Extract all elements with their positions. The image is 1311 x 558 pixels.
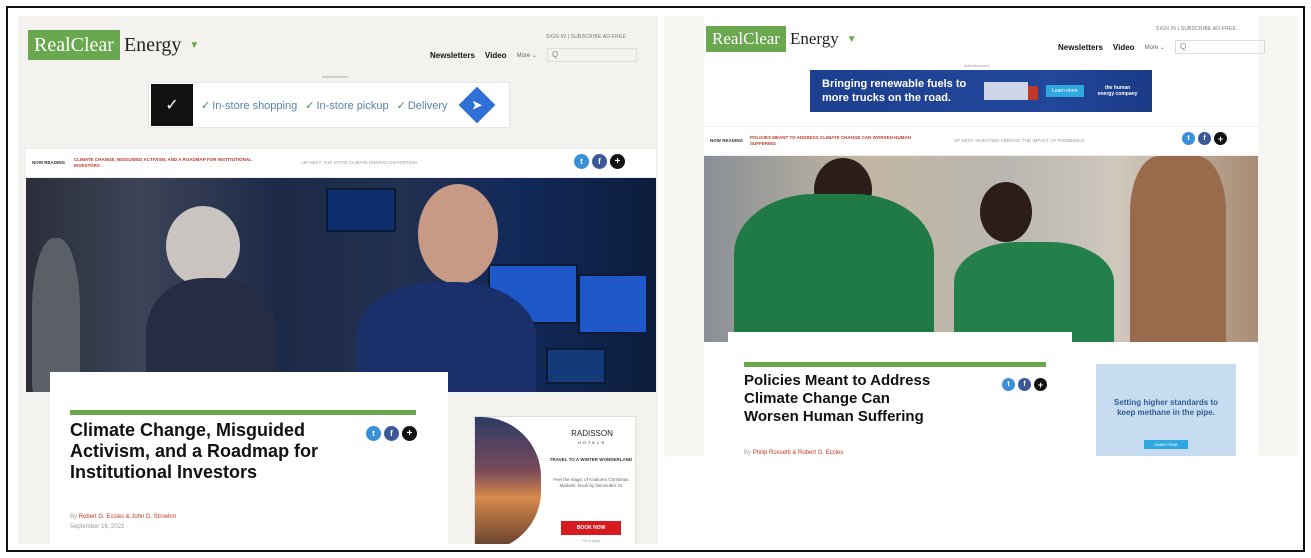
logo-energy: Energy <box>123 33 182 56</box>
logo-energy: Energy <box>789 29 839 48</box>
byline: By Philip Rossetti & Robert G. Eccles <box>744 450 844 456</box>
ad-message: Bringing renewable fuels to more trucks … <box>822 78 967 104</box>
search-icon: Q <box>551 50 559 59</box>
twitter-icon[interactable]: t <box>1002 378 1015 391</box>
main-nav: Newsletters Video More ⌄ Q <box>430 48 637 62</box>
account-links[interactable]: SIGN IN | SUBSCRIBE AD-FREE <box>1156 26 1236 32</box>
now-reading-bar: NOW READING POLICIES MEANT TO ADDRESS CL… <box>704 126 1258 156</box>
ad-label: Advertisement <box>322 74 348 79</box>
green-accent-bar <box>744 362 1046 367</box>
book-now-button[interactable]: BOOK NOW <box>561 521 621 535</box>
now-reading-label: NOW READING <box>32 160 65 165</box>
nav-newsletters[interactable]: Newsletters <box>1058 43 1103 52</box>
nav-newsletters[interactable]: Newsletters <box>430 51 475 60</box>
site-logo[interactable]: RealClear Energy ▼ <box>706 26 857 52</box>
renewable-fuels-ad[interactable]: Bringing renewable fuels to more trucks … <box>810 70 1152 112</box>
ad-feature: ✓ In-store pickup <box>305 99 389 112</box>
screenshot-frame: RealClear Energy ▼ SIGN IN | SUBSCRIBE A… <box>6 6 1305 552</box>
ad-feature: ✓ Delivery <box>396 99 448 112</box>
check-icon: ✓ <box>396 99 406 112</box>
arrow-icon[interactable]: ➤ <box>458 86 495 124</box>
logo-realclear: RealClear <box>706 26 786 52</box>
twitter-icon[interactable]: t <box>1182 132 1195 145</box>
logo-realclear: RealClear <box>28 30 120 60</box>
hero-image <box>26 178 656 392</box>
plus-icon[interactable]: + <box>1034 378 1047 391</box>
author-links[interactable]: Robert G. Eccles & John D. Stroehm <box>79 514 177 520</box>
nav-video[interactable]: Video <box>1113 43 1135 52</box>
ad-brand: the human energy company <box>1097 85 1138 97</box>
up-next-link[interactable]: UP NEXT: INVESTING ABROAD: THE IMPACT OF… <box>954 138 1124 144</box>
learn-more-button[interactable]: Learn more <box>1046 85 1084 97</box>
plus-icon[interactable]: + <box>1214 132 1227 145</box>
green-accent-bar <box>70 410 416 415</box>
search-icon: Q <box>1179 42 1187 51</box>
article-headline: Climate Change, Misguided Activism, and … <box>70 420 319 482</box>
radisson-logo: RADISSON HOTELS <box>571 429 613 445</box>
site-logo[interactable]: RealClear Energy ▼ <box>28 30 199 60</box>
nav-more[interactable]: More ⌄ <box>1145 44 1165 51</box>
check-icon: ✓ <box>305 99 315 112</box>
twitter-icon[interactable]: t <box>366 426 381 441</box>
share-buttons-top: t f + <box>574 154 625 169</box>
plus-icon[interactable]: + <box>402 426 417 441</box>
truck-icon <box>984 82 1038 100</box>
publish-date: September 16, 2022 <box>70 524 125 530</box>
now-reading-label: NOW READING <box>710 138 743 143</box>
plus-icon[interactable]: + <box>610 154 625 169</box>
author-links[interactable]: Philip Rossetti & Robert G. Eccles <box>753 450 844 456</box>
ad-text: Setting higher standards to keep methane… <box>1113 398 1218 417</box>
up-next-link[interactable]: UP NEXT: THE STATE CLIMATE ENERGY DISTOR… <box>302 160 502 166</box>
nav-video[interactable]: Video <box>485 51 507 60</box>
nike-swoosh-icon: ✓ <box>151 84 193 126</box>
now-reading-link[interactable]: POLICIES MEANT TO ADDRESS CLIMATE CHANGE… <box>750 135 930 147</box>
ad-terms: T&Cs apply <box>581 539 601 543</box>
ad-label: Advertisement <box>964 63 990 68</box>
now-reading-link[interactable]: CLIMATE CHANGE, MISGUIDED ACTIVISM, AND … <box>74 157 274 169</box>
hero-image <box>704 156 1258 342</box>
share-buttons: t f + <box>366 426 417 441</box>
article-card: Climate Change, Misguided Activism, and … <box>50 372 448 544</box>
main-nav: Newsletters Video More ⌄ Q <box>1058 40 1265 54</box>
twitter-icon[interactable]: t <box>574 154 589 169</box>
byline: By Robert G. Eccles & John D. Stroehm <box>70 514 177 520</box>
article-card: Policies Meant to Address Climate Change… <box>728 332 1072 456</box>
search-input[interactable]: Q <box>1174 40 1265 54</box>
check-icon: ✓ <box>201 99 211 112</box>
search-input[interactable]: Q <box>546 48 637 62</box>
account-links[interactable]: SIGN IN | SUBSCRIBE AD-FREE <box>546 34 626 40</box>
nav-more[interactable]: More ⌄ <box>517 52 537 59</box>
ad-feature: ✓ In-store shopping <box>201 99 298 112</box>
ad-heading: TRAVEL TO A WINTER WONDERLAND <box>549 457 633 462</box>
ad-text: Feel the magic of Krakow's Christmas Mar… <box>553 477 629 488</box>
facebook-icon[interactable]: f <box>384 426 399 441</box>
ad-photo <box>475 417 541 544</box>
learn-more-button[interactable]: Learn more <box>1144 440 1188 449</box>
now-reading-bar: NOW READING CLIMATE CHANGE, MISGUIDED AC… <box>26 148 656 178</box>
chevron-down-icon[interactable]: ▼ <box>847 34 857 45</box>
facebook-icon[interactable]: f <box>592 154 607 169</box>
nike-ad[interactable]: ✓ ✓ In-store shopping ✓ In-store pickup ✓ D… <box>148 82 510 128</box>
right-page: RealClear Energy ▼ SIGN IN | SUBSCRIBE A… <box>664 16 1298 456</box>
facebook-icon[interactable]: f <box>1198 132 1211 145</box>
share-buttons-top: t f + <box>1182 132 1227 145</box>
share-buttons: t f + <box>1002 378 1047 391</box>
article-headline: Policies Meant to Address Climate Change… <box>744 372 931 425</box>
left-page: RealClear Energy ▼ SIGN IN | SUBSCRIBE A… <box>18 16 658 544</box>
facebook-icon[interactable]: f <box>1018 378 1031 391</box>
radisson-ad[interactable]: RADISSON HOTELS TRAVEL TO A WINTER WONDE… <box>474 416 636 544</box>
chevron-down-icon[interactable]: ▼ <box>189 40 199 51</box>
methane-ad[interactable]: Setting higher standards to keep methane… <box>1096 364 1236 456</box>
